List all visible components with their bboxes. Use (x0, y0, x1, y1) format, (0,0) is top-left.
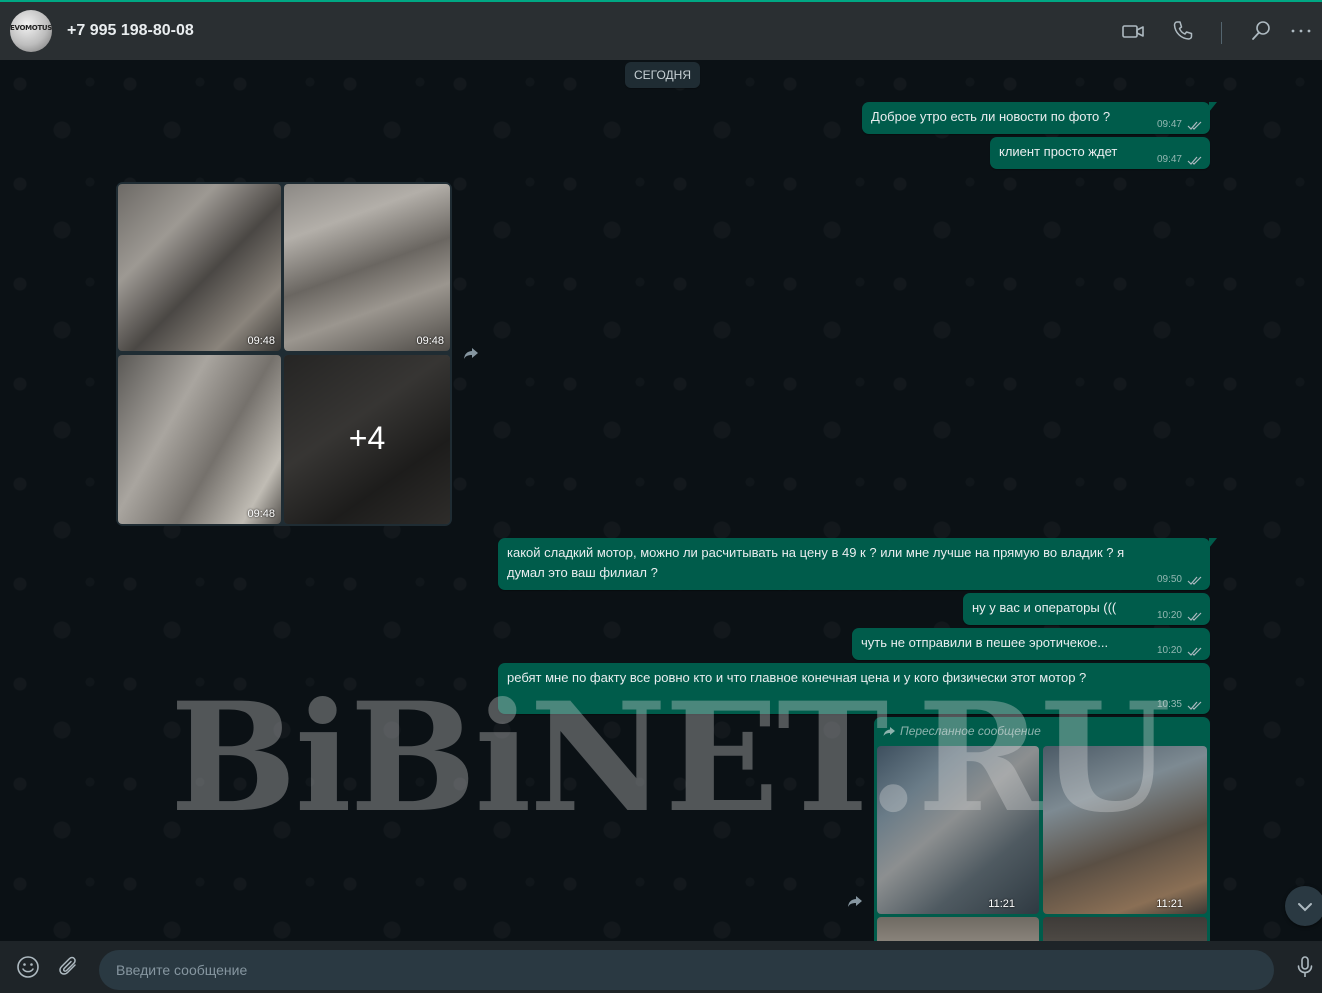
chat-messages-area[interactable]: СЕГОДНЯ Доброе утро есть ли новости по ф… (0, 60, 1322, 941)
photo-time: 09:48 (247, 335, 275, 347)
photo-time: 09:48 (247, 508, 275, 520)
compose-bar (0, 941, 1322, 993)
search-icon[interactable] (1249, 18, 1275, 44)
scroll-down-button[interactable] (1285, 886, 1322, 926)
incoming-photo-album[interactable]: 09:48 09:48 09:48 +4 (116, 182, 452, 526)
outgoing-message[interactable]: Доброе утро есть ли новости по фото ? 09… (862, 102, 1217, 134)
album-photo[interactable]: 09:48 (284, 184, 450, 351)
double-check-icon (1187, 156, 1202, 165)
photo-time: 11:21 (1156, 898, 1183, 910)
message-text: ну у вас и операторы ((( (972, 600, 1117, 615)
contact-name[interactable]: +7 995 198-80-08 (67, 22, 194, 40)
message-text-line2: думал это ваш филиал ? (507, 565, 658, 580)
forwarded-photo[interactable] (1043, 917, 1207, 941)
outgoing-message[interactable]: чуть не отправили в пешее эротичекое... … (852, 628, 1210, 660)
message-time: 10:20 (1156, 645, 1182, 656)
outgoing-message[interactable]: какой сладкий мотор, можно ли расчитыват… (498, 538, 1217, 590)
bubble-tail (1209, 102, 1217, 112)
message-time: 10:20 (1156, 610, 1182, 621)
chat-header: EVOMOTUS.RU +7 995 198-80-08 (0, 2, 1322, 60)
watermark: BiBiNET.RU (170, 670, 1171, 846)
message-input[interactable] (99, 950, 1274, 990)
emoji-icon[interactable] (15, 954, 41, 980)
bubble-tail (1209, 538, 1217, 548)
video-call-icon[interactable] (1120, 18, 1146, 44)
message-text: Доброе утро есть ли новости по фото ? (871, 109, 1111, 124)
outgoing-message[interactable]: клиент просто ждет 09:47 (990, 137, 1210, 169)
photo-time: 09:48 (416, 335, 444, 347)
chevron-down-icon (1298, 903, 1312, 912)
avatar-logo-text: EVOMOTUS.RU (10, 24, 52, 32)
album-photo[interactable]: 09:48 (118, 355, 281, 524)
message-text: клиент просто ждет (999, 144, 1118, 159)
forward-icon[interactable] (844, 890, 866, 912)
double-check-icon (1187, 576, 1202, 585)
message-time: 09:50 (1156, 574, 1182, 585)
message-time: 09:47 (1156, 119, 1182, 130)
forward-icon[interactable] (460, 342, 482, 364)
avatar[interactable]: EVOMOTUS.RU (10, 10, 52, 52)
album-photo-more[interactable]: +4 (284, 355, 450, 524)
outgoing-message[interactable]: ну у вас и операторы ((( 10:20 (963, 593, 1210, 625)
message-text: чуть не отправили в пешее эротичекое... (861, 635, 1109, 650)
message-text: какой сладкий мотор, можно ли расчитыват… (507, 545, 1125, 560)
menu-dots-icon[interactable] (1288, 18, 1314, 44)
more-photos-count: +4 (284, 355, 450, 524)
double-check-icon (1187, 701, 1202, 710)
message-time: 09:47 (1156, 154, 1182, 165)
album-photo[interactable]: 09:48 (118, 184, 281, 351)
double-check-icon (1187, 647, 1202, 656)
double-check-icon (1187, 121, 1202, 130)
date-divider: СЕГОДНЯ (625, 62, 700, 88)
voice-call-icon[interactable] (1170, 18, 1196, 44)
photo-time: 11:21 (988, 898, 1015, 910)
attach-icon[interactable] (56, 954, 82, 980)
header-separator (1221, 22, 1222, 44)
whatsapp-window: EVOMOTUS.RU +7 995 198-80-08 СЕГОДНЯ Доб… (0, 0, 1322, 993)
microphone-icon[interactable] (1292, 954, 1318, 980)
double-check-icon (1187, 612, 1202, 621)
forwarded-photo[interactable] (877, 917, 1039, 941)
